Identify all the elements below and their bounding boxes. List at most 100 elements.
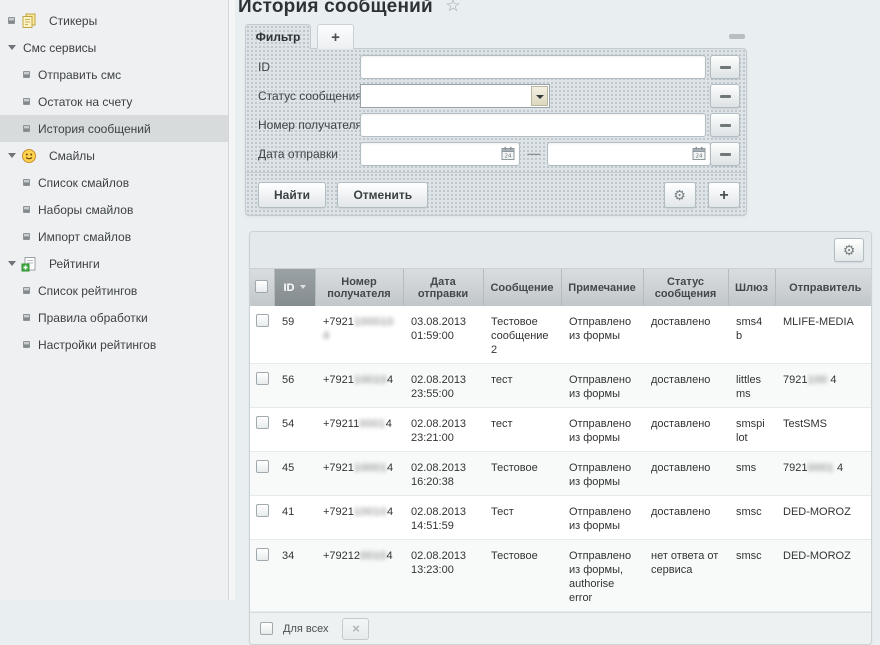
cell-checkbox xyxy=(250,306,274,364)
minus-icon xyxy=(720,95,731,98)
sidebar-item[interactable]: Смс сервисы xyxy=(0,34,228,61)
favorite-star-icon[interactable]: ☆ xyxy=(445,0,460,15)
sidebar-item[interactable]: Список рейтингов xyxy=(0,277,228,304)
cell-checkbox xyxy=(250,540,274,612)
sidebar-item[interactable]: Наборы смайлов xyxy=(0,196,228,223)
row-checkbox[interactable] xyxy=(256,416,269,429)
calendar-icon[interactable]: 24 xyxy=(692,146,707,161)
settings-gear-button[interactable]: ⚙ xyxy=(664,182,696,208)
bullet-icon xyxy=(23,70,32,79)
column-header[interactable]: Номер получателя xyxy=(315,269,403,306)
cell-sender: 79210001 4 xyxy=(775,452,872,496)
cell-gateway: sms4b xyxy=(728,306,775,364)
sidebar-item-label: Смс сервисы xyxy=(23,41,96,55)
sidebar-item[interactable]: Стикеры xyxy=(0,7,228,34)
column-header[interactable]: Шлюз xyxy=(728,269,775,306)
cell-checkbox xyxy=(250,364,274,408)
obfuscated-digits: 10010 xyxy=(354,374,387,386)
bullet-icon xyxy=(23,232,32,241)
main-content: История сообщений ☆ Фильтр + ID Статус с… xyxy=(235,0,880,600)
cell-note: Отправлено из формы xyxy=(561,496,643,540)
add-condition-button[interactable]: + xyxy=(708,182,740,208)
cell-note: Отправлено из формы, authorise error xyxy=(561,540,643,612)
search-button[interactable]: Найти xyxy=(258,182,326,208)
row-checkbox[interactable] xyxy=(256,548,269,561)
expand-arrow-icon xyxy=(8,151,17,160)
remove-filter-button[interactable] xyxy=(710,84,740,108)
column-header[interactable]: Статус сообщения xyxy=(643,269,728,306)
cell-message: Тест xyxy=(483,496,561,540)
sidebar-item[interactable]: Рейтинги xyxy=(0,250,228,277)
table-row[interactable]: 41 +7921100104 02.08.2013 14:51:59 Тест … xyxy=(250,496,872,540)
row-checkbox[interactable] xyxy=(256,460,269,473)
date-range-dash: — xyxy=(525,142,543,166)
minus-icon xyxy=(720,66,731,69)
cell-recipient: +7921100014 xyxy=(315,408,403,452)
cell-sender: TestSMS xyxy=(775,408,872,452)
sidebar-item[interactable]: История сообщений xyxy=(0,115,228,142)
plus-icon: + xyxy=(331,29,340,46)
column-header[interactable]: Примечание xyxy=(561,269,643,306)
column-header[interactable]: Сообщение xyxy=(483,269,561,306)
row-checkbox[interactable] xyxy=(256,314,269,327)
cell-note: Отправлено из формы xyxy=(561,306,643,364)
obfuscated-digits: 10010 xyxy=(354,506,387,518)
page-title: История сообщений xyxy=(238,0,433,17)
table-row[interactable]: 59 +79211000104 03.08.2013 01:59:00 Тест… xyxy=(250,306,872,364)
cell-sender: DED-MOROZ xyxy=(775,496,872,540)
calendar-icon[interactable]: 24 xyxy=(501,146,516,161)
field-label: Номер получателя xyxy=(258,113,356,132)
sidebar-item[interactable]: Правила обработки xyxy=(0,304,228,331)
select-all-checkbox[interactable] xyxy=(255,280,268,293)
sidebar-item-label: Список рейтингов xyxy=(38,284,137,298)
bullet-icon xyxy=(23,178,32,187)
table-toolbar: ⚙ xyxy=(250,232,871,269)
cell-checkbox xyxy=(250,408,274,452)
cell-date: 02.08.2013 23:55:00 xyxy=(403,364,483,408)
tab-filter[interactable]: Фильтр xyxy=(245,24,311,49)
table-settings-gear-button[interactable]: ⚙ xyxy=(834,238,864,262)
add-filter-tab-button[interactable]: + xyxy=(317,24,354,49)
remove-filter-button[interactable] xyxy=(710,142,740,166)
sidebar-item[interactable]: Список смайлов xyxy=(0,169,228,196)
table-row[interactable]: 54 +7921100014 02.08.2013 23:21:00 тест … xyxy=(250,408,872,452)
cell-message: Тестовое xyxy=(483,540,561,612)
table-row[interactable]: 34 +7921200104 02.08.2013 13:23:00 Тесто… xyxy=(250,540,872,612)
row-checkbox[interactable] xyxy=(256,504,269,517)
remove-filter-button[interactable] xyxy=(710,55,740,79)
status-select[interactable] xyxy=(360,84,550,108)
date-from-wrap: 24 xyxy=(360,142,520,166)
bullet-icon xyxy=(23,340,32,349)
sidebar-item[interactable]: Остаток на счету xyxy=(0,88,228,115)
cancel-button[interactable]: Отменить xyxy=(337,182,428,208)
recipient-number-input[interactable] xyxy=(360,113,706,137)
cell-status: доставлено xyxy=(643,408,728,452)
sidebar-item[interactable]: Настройки рейтингов xyxy=(0,331,228,358)
cell-sender: MLIFE-MEDIA xyxy=(775,306,872,364)
collapse-panel-handle[interactable] xyxy=(729,34,745,39)
cell-sender: 7921100 4 xyxy=(775,364,872,408)
id-input[interactable] xyxy=(360,55,706,79)
page-head: История сообщений ☆ xyxy=(238,0,461,18)
table-row[interactable]: 56 +7921100104 02.08.2013 23:55:00 тест … xyxy=(250,364,872,408)
sidebar-item[interactable]: Отправить смс xyxy=(0,61,228,88)
cell-id: 34 xyxy=(274,540,315,612)
table-row[interactable]: 45 +7921100014 02.08.2013 16:20:38 Тесто… xyxy=(250,452,872,496)
row-checkbox[interactable] xyxy=(256,372,269,385)
column-header[interactable]: Отправитель xyxy=(775,269,872,306)
date-from-input[interactable] xyxy=(360,142,520,166)
table-header-row: IDНомер получателяДата отправкиСообщение… xyxy=(250,269,872,306)
column-header[interactable]: Дата отправки xyxy=(403,269,483,306)
sidebar-item[interactable]: Смайлы xyxy=(0,142,228,169)
sidebar: Стикеры Смс сервисы Отправить смс Остато… xyxy=(0,0,229,600)
sidebar-item-label: Правила обработки xyxy=(38,311,148,325)
for-all-checkbox[interactable] xyxy=(260,622,273,635)
sidebar-item[interactable]: Импорт смайлов xyxy=(0,223,228,250)
column-header[interactable]: ID xyxy=(274,269,315,306)
select-dropdown-arrow-icon[interactable] xyxy=(531,86,548,106)
remove-filter-button[interactable] xyxy=(710,113,740,137)
bullet-icon xyxy=(23,97,32,106)
date-to-input[interactable] xyxy=(547,142,711,166)
plus-icon: + xyxy=(719,187,728,204)
delete-selected-button[interactable]: × xyxy=(342,618,369,640)
